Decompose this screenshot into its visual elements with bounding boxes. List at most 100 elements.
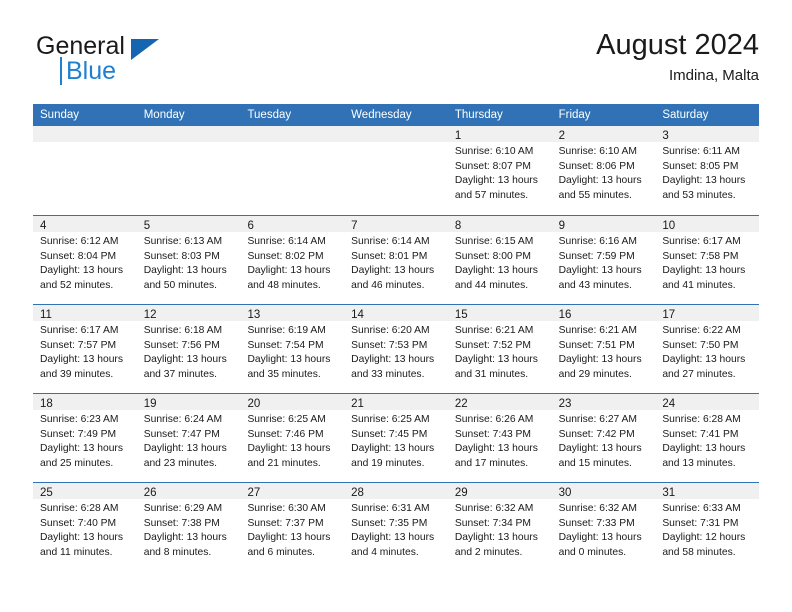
day-cell[interactable]: 27 Sunrise: 6:30 AM Sunset: 7:37 PM Dayligh… [240,483,345,571]
day-cell[interactable]: 13 Sunrise: 6:19 AM Sunset: 7:54 PM Dayligh… [240,305,345,393]
day-sun-info: Sunrise: 6:29 AM Sunset: 7:38 PM Daylight:… [137,499,241,560]
day-cell[interactable]: 7 Sunrise: 6:14 AM Sunset: 8:01 PM Daylight… [344,216,448,304]
day-cell[interactable]: 8 Sunrise: 6:15 AM Sunset: 8:00 PM Daylight… [447,216,552,304]
weekday-header-tuesday: Tuesday [247,109,292,121]
day-cell[interactable]: 24 Sunrise: 6:28 AM Sunset: 7:41 PM Dayligh… [655,394,760,482]
day-number-band: 27 [240,483,345,499]
day-sun-info: Sunrise: 6:15 AM Sunset: 8:00 PM Daylight:… [448,232,552,293]
day-number: 26 [143,487,157,499]
day-cell[interactable]: 12 Sunrise: 6:18 AM Sunset: 7:56 PM Dayligh… [136,305,241,393]
daylight-text-line2: and 31 minutes. [454,368,529,380]
day-number-band: 11 [33,305,137,321]
day-cell[interactable]: 20 Sunrise: 6:25 AM Sunset: 7:46 PM Dayligh… [240,394,345,482]
day-cell-empty [344,126,448,215]
day-cell[interactable]: 16 Sunrise: 6:21 AM Sunset: 7:51 PM Dayligh… [551,305,656,393]
day-number: 23 [558,398,572,410]
sunrise-text: Sunrise: 6:23 AM [40,414,119,425]
daylight-text-line1: Daylight: 13 hours [351,265,435,277]
day-number-band: 9 [551,216,656,232]
day-cell[interactable]: 4 Sunrise: 6:12 AM Sunset: 8:04 PM Daylight… [33,216,137,304]
day-number: 18 [40,398,53,410]
day-sun-info: Sunrise: 6:32 AM Sunset: 7:33 PM Daylight:… [552,499,656,560]
day-number: 31 [662,487,676,499]
day-number: 2 [558,130,565,142]
day-number: 4 [40,220,47,232]
weekday-header-friday: Friday [558,109,591,121]
day-cell[interactable]: 25 Sunrise: 6:28 AM Sunset: 7:40 PM Dayligh… [33,483,137,571]
sunset-text: Sunset: 7:33 PM [558,517,635,529]
sunrise-text: Sunrise: 6:33 AM [662,503,741,514]
day-number: 22 [454,398,468,410]
day-number-band: 1 [447,126,552,142]
daylight-text-line2: and 44 minutes. [454,279,529,291]
daylight-text-line2: and 52 minutes. [40,279,114,291]
day-cell[interactable]: 9 Sunrise: 6:16 AM Sunset: 7:59 PM Daylight… [551,216,656,304]
sunset-text: Sunset: 7:56 PM [143,339,220,351]
day-cell[interactable]: 21 Sunrise: 6:25 AM Sunset: 7:45 PM Dayligh… [344,394,448,482]
daylight-text-line1: Daylight: 13 hours [662,175,746,187]
day-cell[interactable]: 15 Sunrise: 6:21 AM Sunset: 7:52 PM Dayligh… [447,305,552,393]
general-blue-logo[interactable]: General Blue [33,32,263,94]
daylight-text-line2: and 11 minutes. [40,546,113,558]
day-cell[interactable]: 30 Sunrise: 6:32 AM Sunset: 7:33 PM Dayligh… [551,483,656,571]
logo-word-general: General [36,32,125,60]
daylight-text-line1: Daylight: 13 hours [351,532,435,544]
daylight-text-line2: and 27 minutes. [662,368,736,380]
sunset-text: Sunset: 8:06 PM [558,160,635,172]
day-cell[interactable]: 18 Sunrise: 6:23 AM Sunset: 7:49 PM Dayligh… [33,394,137,482]
day-cell[interactable]: 26 Sunrise: 6:29 AM Sunset: 7:38 PM Dayligh… [136,483,241,571]
day-cell[interactable]: 29 Sunrise: 6:32 AM Sunset: 7:34 PM Dayligh… [447,483,552,571]
day-cell[interactable]: 3 Sunrise: 6:11 AM Sunset: 8:05 PM Daylight… [655,126,760,215]
day-cell[interactable]: 11 Sunrise: 6:17 AM Sunset: 7:57 PM Dayligh… [33,305,137,393]
day-cell[interactable]: 10 Sunrise: 6:17 AM Sunset: 7:58 PM Dayligh… [655,216,760,304]
day-number-band: 20 [240,394,345,410]
day-number-band: 2 [551,126,656,142]
day-sun-info: Sunrise: 6:14 AM Sunset: 8:02 PM Daylight:… [240,232,344,293]
day-sun-info: Sunrise: 6:18 AM Sunset: 7:56 PM Daylight:… [137,321,241,382]
day-sun-info: Sunrise: 6:30 AM Sunset: 7:37 PM Daylight:… [240,499,344,560]
day-number-band: 21 [344,394,448,410]
sunset-text: Sunset: 7:43 PM [454,428,532,440]
daylight-text-line1: Daylight: 13 hours [351,354,435,366]
sunrise-text: Sunrise: 6:32 AM [558,503,638,514]
day-cell[interactable]: 23 Sunrise: 6:27 AM Sunset: 7:42 PM Dayligh… [551,394,656,482]
daylight-text-line2: and 35 minutes. [247,368,321,380]
day-number: 15 [454,309,468,321]
day-number-band: 22 [447,394,552,410]
daylight-text-line2: and 58 minutes. [662,546,736,558]
daylight-text-line1: Daylight: 13 hours [558,175,642,187]
day-sun-info: Sunrise: 6:17 AM Sunset: 7:57 PM Daylight:… [33,321,137,382]
day-cell[interactable]: 1 Sunrise: 6:10 AM Sunset: 8:07 PM Daylight… [447,126,552,215]
sunrise-text: Sunrise: 6:32 AM [454,503,534,514]
day-number-band: 10 [655,216,760,232]
day-number: 13 [247,309,261,321]
day-cell[interactable]: 19 Sunrise: 6:24 AM Sunset: 7:47 PM Dayligh… [136,394,241,482]
day-sun-info: Sunrise: 6:26 AM Sunset: 7:43 PM Daylight:… [448,410,552,471]
daylight-text-line1: Daylight: 13 hours [40,532,123,544]
day-number-band: 14 [344,305,448,321]
day-cell[interactable]: 6 Sunrise: 6:14 AM Sunset: 8:02 PM Daylight… [240,216,345,304]
day-cell[interactable]: 17 Sunrise: 6:22 AM Sunset: 7:50 PM Dayligh… [655,305,760,393]
daylight-text-line2: and 19 minutes. [351,457,425,469]
daylight-text-line1: Daylight: 12 hours [662,532,746,544]
day-cell[interactable]: 14 Sunrise: 6:20 AM Sunset: 7:53 PM Dayligh… [344,305,448,393]
sunrise-text: Sunrise: 6:24 AM [143,414,223,425]
day-cell[interactable]: 5 Sunrise: 6:13 AM Sunset: 8:03 PM Daylight… [136,216,241,304]
daylight-text-line1: Daylight: 13 hours [454,354,538,366]
day-sun-info: Sunrise: 6:32 AM Sunset: 7:34 PM Daylight:… [448,499,552,560]
weekday-header-row: Sunday Monday Tuesday Wednesday Thursday Frid… [33,104,759,126]
day-number: 5 [143,220,151,232]
day-cell[interactable]: 31 Sunrise: 6:33 AM Sunset: 7:31 PM Dayligh… [655,483,760,571]
day-sun-info: Sunrise: 6:24 AM Sunset: 7:47 PM Daylight:… [137,410,241,471]
day-cell[interactable]: 28 Sunrise: 6:31 AM Sunset: 7:35 PM Dayligh… [344,483,448,571]
sunrise-text: Sunrise: 6:25 AM [247,414,326,425]
daylight-text-line2: and 17 minutes. [454,457,529,469]
day-cell[interactable]: 2 Sunrise: 6:10 AM Sunset: 8:06 PM Daylight… [551,126,656,215]
sunrise-text: Sunrise: 6:14 AM [351,236,430,247]
weekday-header-sunday: Sunday [40,109,80,121]
day-cell[interactable]: 22 Sunrise: 6:26 AM Sunset: 7:43 PM Dayligh… [447,394,552,482]
sunset-text: Sunset: 8:01 PM [351,250,428,262]
day-sun-info: Sunrise: 6:27 AM Sunset: 7:42 PM Daylight:… [552,410,656,471]
title-block: August 2024 Imdina, Malta [596,28,759,86]
day-number-band [240,126,345,142]
